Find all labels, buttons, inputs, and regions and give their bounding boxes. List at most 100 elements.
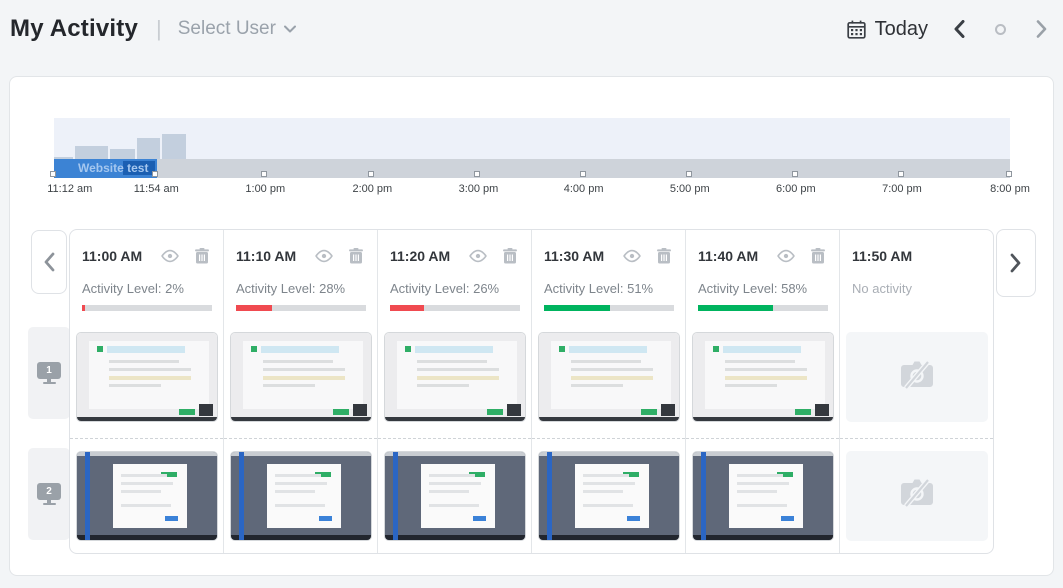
next-day-button[interactable]: [1036, 20, 1047, 38]
trash-icon[interactable]: [195, 248, 209, 264]
screenshot-thumbnail[interactable]: [76, 451, 218, 541]
activity-level-text: Activity Level: 26%: [390, 281, 519, 296]
timeline-tick-label: 1:00 pm: [245, 183, 285, 195]
page-title: My Activity: [10, 15, 138, 43]
current-day-button[interactable]: [965, 24, 1006, 35]
timeline-handle[interactable]: [261, 171, 267, 177]
timeline-tick-label: 7:00 pm: [882, 183, 922, 195]
timeline-handle[interactable]: [1006, 171, 1012, 177]
screenshot-card: 11:30 AM Activity Level: 51%: [532, 230, 686, 553]
prev-day-button[interactable]: [954, 20, 965, 38]
activity-level-text: Activity Level: 28%: [236, 281, 365, 296]
timeline-handle[interactable]: [580, 171, 586, 177]
activity-level-text: Activity Level: 51%: [544, 281, 673, 296]
screenshot-thumbnail[interactable]: [384, 332, 526, 422]
monitor-2-tile: 2: [28, 448, 70, 540]
histogram-bar: [162, 134, 186, 159]
screenshot-thumbnail[interactable]: [538, 451, 680, 541]
screenshot-card: 11:50 AM No activity: [840, 230, 993, 553]
monitor-icon: 2: [37, 483, 61, 506]
chevron-right-icon: [1010, 253, 1022, 273]
no-screenshot-icon: [899, 360, 935, 395]
select-user-label: Select User: [178, 18, 276, 40]
view-icon[interactable]: [622, 249, 642, 263]
timeline-handle[interactable]: [474, 171, 480, 177]
calendar-icon: [847, 20, 866, 39]
carousel-next-button[interactable]: [996, 229, 1036, 297]
screenshot-grid: 11:00 AM Activity Level: 2% 11:10 AM: [69, 229, 994, 554]
screenshot-card: 11:00 AM Activity Level: 2%: [70, 230, 224, 553]
screenshot-thumbnail[interactable]: [76, 332, 218, 422]
chevron-left-icon: [43, 252, 55, 272]
timeline-handle[interactable]: [792, 171, 798, 177]
screenshot-card: 11:20 AM Activity Level: 26%: [378, 230, 532, 553]
activity-bar: [544, 305, 674, 311]
no-screenshot-icon: [899, 478, 935, 513]
view-icon[interactable]: [160, 249, 180, 263]
screenshot-thumbnail: [846, 451, 988, 541]
trash-icon[interactable]: [349, 248, 363, 264]
screenshot-thumbnail[interactable]: [538, 332, 680, 422]
timeline-tick-label: 11:12 am: [47, 183, 92, 195]
timeline-handle[interactable]: [368, 171, 374, 177]
card-time: 11:40 AM: [698, 248, 776, 264]
histogram-bar: [75, 146, 108, 159]
timeline-selection-label: Website test: [78, 159, 148, 178]
timeline-tick-label: 2:00 pm: [352, 183, 392, 195]
top-header: My Activity | Select User Today: [0, 0, 1063, 58]
activity-bar: [698, 305, 828, 311]
screenshot-thumbnail[interactable]: [692, 332, 834, 422]
screenshot-thumbnail[interactable]: [692, 451, 834, 541]
card-time: 11:20 AM: [390, 248, 468, 264]
trash-icon[interactable]: [503, 248, 517, 264]
screenshot-thumbnail[interactable]: [230, 451, 372, 541]
activity-level-text: Activity Level: 2%: [82, 281, 211, 296]
trash-icon[interactable]: [811, 248, 825, 264]
activity-level-text: Activity Level: 58%: [698, 281, 827, 296]
view-icon[interactable]: [468, 249, 488, 263]
trash-icon[interactable]: [657, 248, 671, 264]
timeline-tick-labels: 11:12 am11:54 am1:00 pm2:00 pm3:00 pm4:0…: [54, 183, 1010, 197]
screenshot-thumbnail: [846, 332, 988, 422]
monitor-1-tile: 1: [28, 327, 70, 419]
timeline-tick-label: 3:00 pm: [459, 183, 499, 195]
timeline-tick-label: 5:00 pm: [670, 183, 710, 195]
screenshot-thumbnail[interactable]: [230, 332, 372, 422]
activity-bar: [82, 305, 212, 311]
circle-icon: [995, 24, 1006, 35]
timeline-handles: [54, 171, 1010, 179]
monitor-icon: 1: [37, 362, 61, 385]
timeline-handle[interactable]: [152, 171, 158, 177]
carousel-prev-button[interactable]: [31, 230, 67, 294]
view-icon[interactable]: [776, 249, 796, 263]
screenshot-thumbnail[interactable]: [384, 451, 526, 541]
activity-level-text: No activity: [852, 281, 981, 296]
screenshot-card: 11:40 AM Activity Level: 58%: [686, 230, 840, 553]
date-label[interactable]: Today: [875, 18, 928, 41]
activity-histogram: [54, 118, 1010, 159]
card-time: 11:00 AM: [82, 248, 160, 264]
card-time: 11:10 AM: [236, 248, 314, 264]
timeline-handle[interactable]: [50, 171, 56, 177]
activity-bar: [236, 305, 366, 311]
timeline-tick-label: 6:00 pm: [776, 183, 816, 195]
histogram-bar: [137, 138, 160, 159]
timeline-handle[interactable]: [898, 171, 904, 177]
card-time: 11:50 AM: [852, 248, 981, 264]
histogram-bar: [110, 149, 135, 159]
timeline-tick-label: 11:54 am: [134, 183, 179, 195]
monitor-number: 1: [37, 362, 61, 379]
view-icon[interactable]: [314, 249, 334, 263]
timeline-tick-label: 4:00 pm: [564, 183, 604, 195]
timeline: Website test 11:12 am11:54 am1:00 pm2:00…: [54, 118, 1010, 200]
screenshot-card: 11:10 AM Activity Level: 28%: [224, 230, 378, 553]
activity-bar: [390, 305, 520, 311]
chevron-down-icon: [284, 25, 296, 33]
select-user-dropdown[interactable]: Select User: [178, 18, 296, 40]
timeline-handle[interactable]: [686, 171, 692, 177]
card-time: 11:30 AM: [544, 248, 622, 264]
timeline-tick-label: 8:00 pm: [990, 183, 1030, 195]
header-divider: |: [156, 16, 162, 42]
activity-panel: Website test 11:12 am 11:54 am 1:00 pm 2:00…: [9, 76, 1054, 576]
monitor-number: 2: [37, 483, 61, 500]
